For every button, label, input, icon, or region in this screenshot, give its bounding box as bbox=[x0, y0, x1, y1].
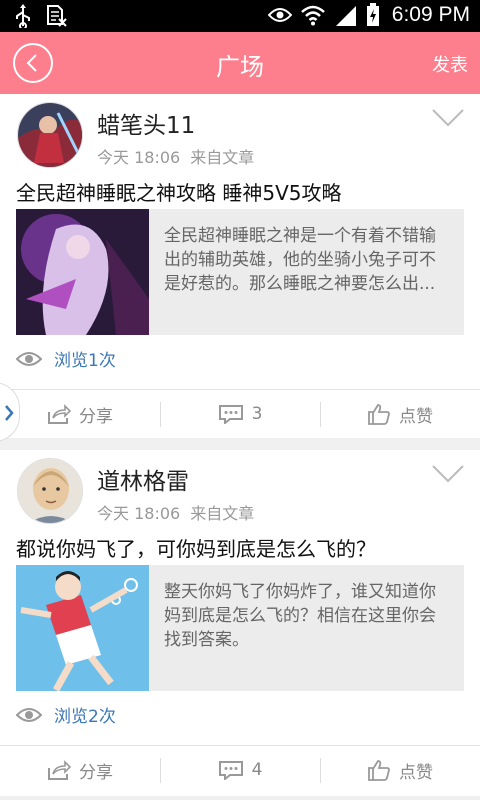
wifi-icon bbox=[300, 5, 325, 26]
like-button[interactable]: 点赞 bbox=[320, 746, 480, 794]
like-button[interactable]: 点赞 bbox=[320, 390, 480, 438]
thumbs-up-icon bbox=[368, 760, 390, 781]
chevron-right-icon bbox=[5, 405, 14, 421]
signal-icon bbox=[335, 6, 356, 26]
eye-icon bbox=[16, 707, 42, 722]
comment-icon bbox=[218, 761, 243, 780]
post-excerpt-box[interactable]: 全民超神睡眠之神是一个有着不错输出的辅助英雄，他的坐骑小兔子可不是好惹的。那么睡… bbox=[16, 209, 464, 335]
page-title: 广场 bbox=[216, 53, 264, 81]
battery-charging-icon bbox=[366, 3, 379, 26]
share-icon bbox=[48, 760, 71, 780]
view-count: 浏览2次 bbox=[16, 702, 116, 727]
usb-icon bbox=[16, 4, 30, 28]
author-name[interactable]: 道林格雷 bbox=[97, 462, 189, 496]
publish-button[interactable]: 发表 bbox=[432, 51, 468, 77]
post-meta: 今天 18:06 来自文章 bbox=[97, 500, 254, 524]
like-label: 点赞 bbox=[399, 762, 433, 783]
like-label: 点赞 bbox=[399, 406, 433, 427]
post-time: 今天 18:06 bbox=[97, 504, 181, 523]
comment-button[interactable]: 4 bbox=[160, 746, 320, 794]
view-count-label: 浏览2次 bbox=[54, 707, 116, 727]
post-source: 来自文章 bbox=[190, 504, 255, 523]
status-time: 6:09 PM bbox=[391, 3, 470, 26]
share-button[interactable]: 分享 bbox=[0, 390, 160, 438]
eye-icon bbox=[267, 8, 292, 22]
post-title[interactable]: 都说你妈飞了，可你妈到底是怎么飞的？ bbox=[16, 533, 376, 562]
chevron-down-icon[interactable] bbox=[432, 108, 464, 128]
post-meta: 今天 18:06 来自文章 bbox=[97, 144, 254, 168]
title-bar: 广场 发表 bbox=[0, 32, 480, 94]
avatar[interactable] bbox=[17, 102, 83, 168]
post-title[interactable]: 全民超神睡眠之神攻略 睡神5V5攻略 bbox=[16, 177, 342, 206]
share-icon bbox=[48, 404, 71, 424]
post-excerpt: 整天你妈飞了你妈炸了，谁又知道你妈到底是怎么飞的？相信在这里你会找到答案。 bbox=[164, 582, 436, 650]
post-thumbnail bbox=[16, 565, 149, 691]
view-count-label: 浏览1次 bbox=[54, 351, 116, 371]
post-source: 来自文章 bbox=[190, 148, 255, 167]
status-bar: 6:09 PM bbox=[0, 0, 480, 32]
chevron-down-icon[interactable] bbox=[432, 464, 464, 484]
thumbs-up-icon bbox=[368, 404, 390, 425]
avatar[interactable] bbox=[17, 458, 83, 524]
share-label: 分享 bbox=[79, 762, 113, 783]
sim-off-icon bbox=[47, 5, 67, 27]
comment-count: 3 bbox=[251, 404, 263, 424]
post-card[interactable]: 蜡笔头11 今天 18:06 来自文章 全民超神睡眠之神攻略 睡神5V5攻略 全民… bbox=[0, 94, 480, 438]
comment-button[interactable]: 3 bbox=[160, 390, 320, 438]
share-button[interactable]: 分享 bbox=[0, 746, 160, 794]
post-actions: 分享 4 点赞 bbox=[0, 745, 480, 794]
post-excerpt: 全民超神睡眠之神是一个有着不错输出的辅助英雄，他的坐骑小兔子可不是好惹的。那么睡… bbox=[164, 226, 436, 294]
eye-icon bbox=[16, 351, 42, 366]
share-label: 分享 bbox=[79, 406, 113, 427]
view-count: 浏览1次 bbox=[16, 346, 116, 371]
author-name[interactable]: 蜡笔头11 bbox=[97, 106, 195, 140]
comment-count: 4 bbox=[251, 760, 263, 780]
post-thumbnail bbox=[16, 209, 149, 335]
post-card[interactable]: 道林格雷 今天 18:06 来自文章 都说你妈飞了，可你妈到底是怎么飞的？ 整天你… bbox=[0, 450, 480, 796]
post-excerpt-box[interactable]: 整天你妈飞了你妈炸了，谁又知道你妈到底是怎么飞的？相信在这里你会找到答案。 bbox=[16, 565, 464, 691]
comment-icon bbox=[218, 405, 243, 424]
post-time: 今天 18:06 bbox=[97, 148, 181, 167]
post-actions: 分享 3 点赞 bbox=[0, 389, 480, 438]
